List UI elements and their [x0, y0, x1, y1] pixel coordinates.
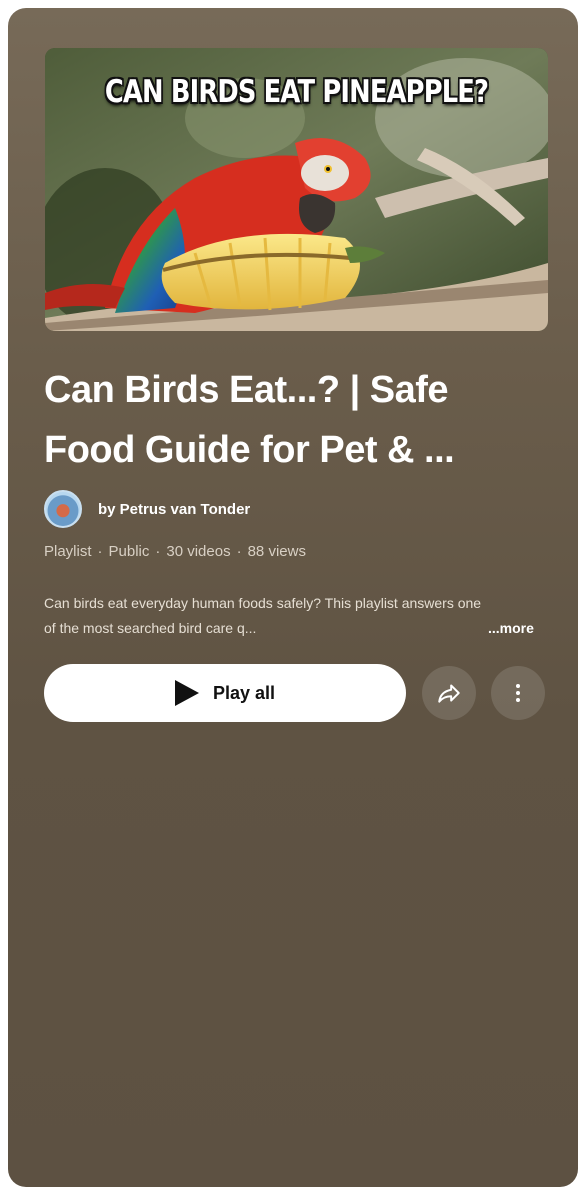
meta-visibility: Public	[108, 543, 150, 560]
playlist-meta: Playlist · Public · 30 videos · 88 views	[44, 543, 306, 560]
share-icon	[438, 684, 460, 703]
playlist-header-card: CAN BIRDS EAT PINEAPPLE? Can Birds Eat..…	[8, 8, 578, 1187]
description-text: Can birds eat everyday human foods safel…	[44, 595, 482, 636]
owner-name[interactable]: by Petrus van Tonder	[98, 501, 250, 518]
description-more-link[interactable]: ...more	[488, 620, 534, 636]
playlist-title: Can Birds Eat...? | Safe Food Guide for …	[44, 369, 455, 471]
play-all-button[interactable]: Play all	[44, 664, 406, 722]
playlist-description[interactable]: Can birds eat everyday human foods safel…	[44, 591, 549, 641]
play-icon	[174, 680, 199, 706]
meta-separator: ·	[97, 543, 103, 560]
more-actions-button[interactable]	[491, 666, 545, 720]
meta-type: Playlist	[44, 543, 92, 560]
share-button[interactable]	[422, 666, 476, 720]
playlist-owner[interactable]: by Petrus van Tonder	[44, 490, 250, 528]
more-vert-icon	[516, 684, 520, 702]
meta-separator: ·	[155, 543, 161, 560]
meta-views: 88 views	[247, 543, 306, 560]
meta-video-count: 30 videos	[166, 543, 231, 560]
thumbnail-caption: CAN BIRDS EAT PINEAPPLE?	[104, 74, 489, 110]
meta-separator: ·	[236, 543, 242, 560]
owner-avatar[interactable]	[44, 490, 82, 528]
playlist-thumbnail[interactable]: CAN BIRDS EAT PINEAPPLE?	[45, 48, 548, 331]
play-all-label: Play all	[212, 682, 276, 703]
